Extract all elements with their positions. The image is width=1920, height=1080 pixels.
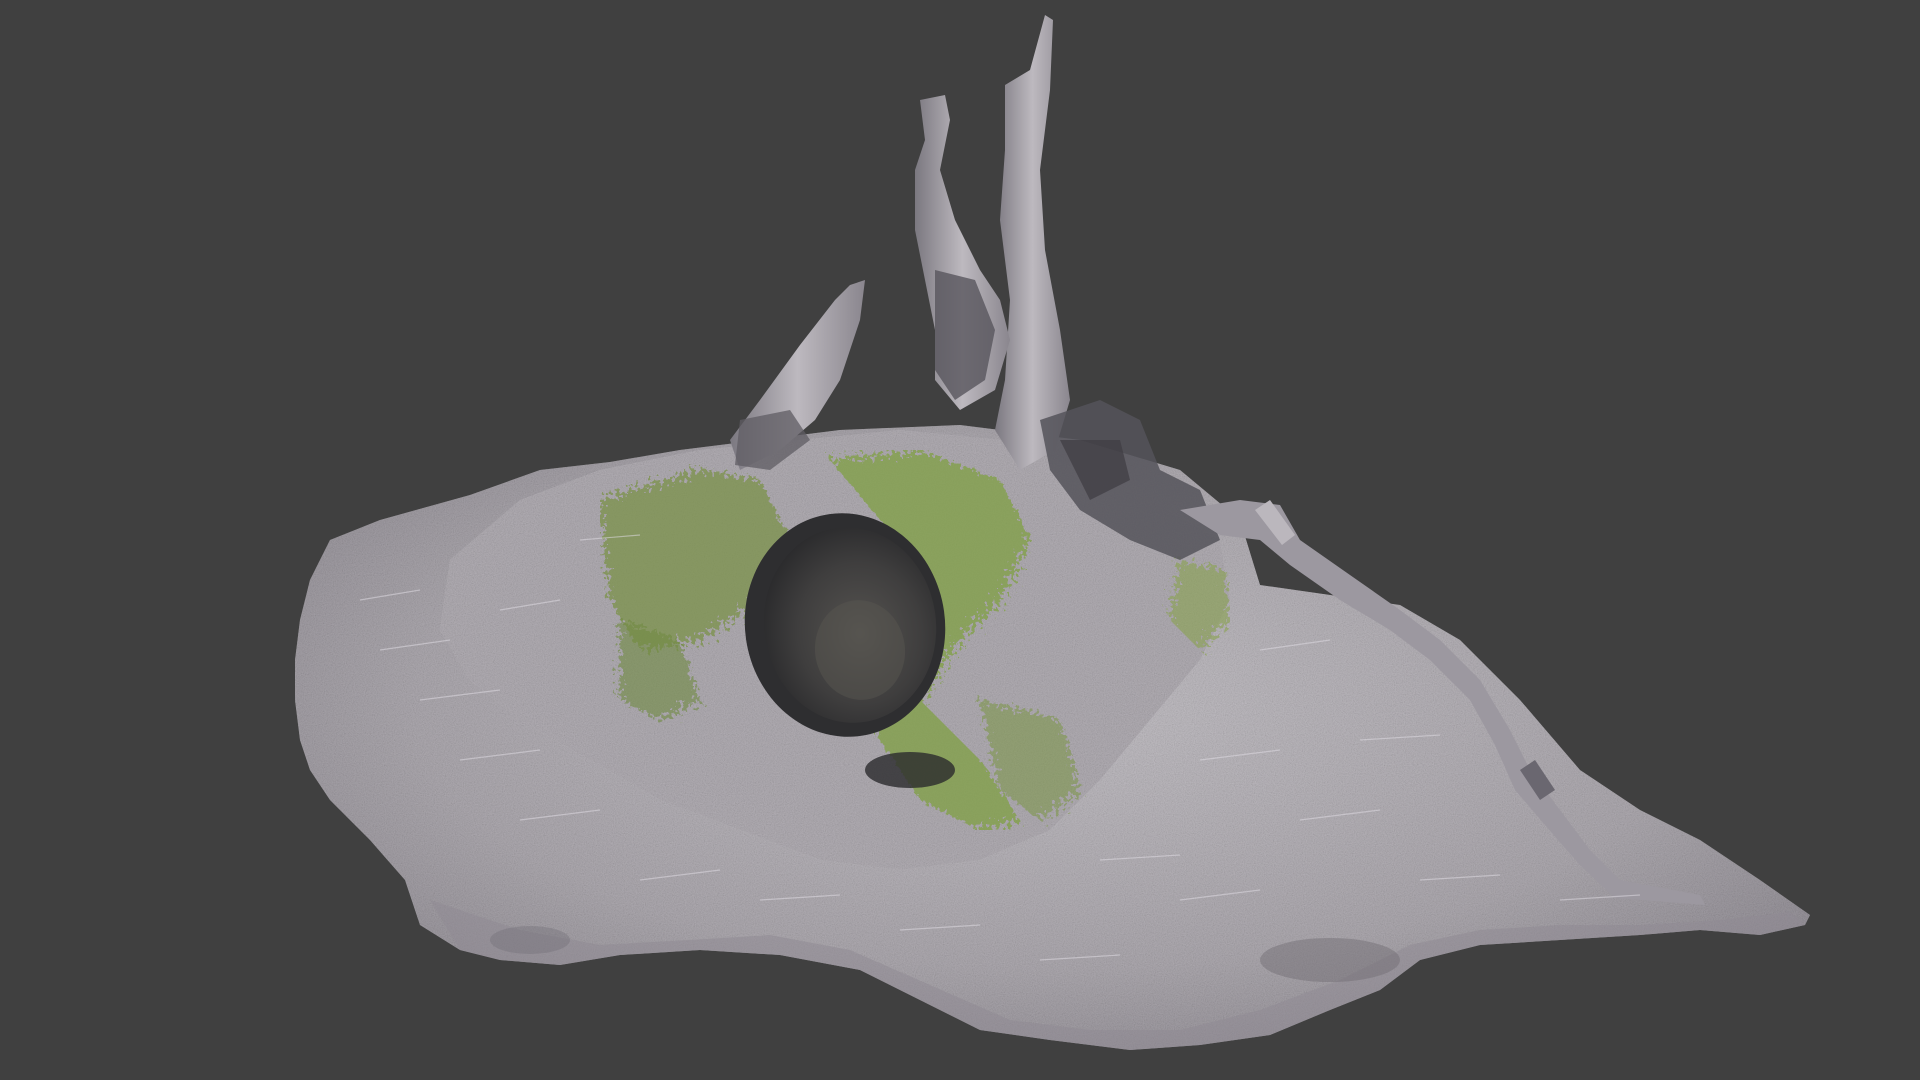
trunk-spikes [730,15,1070,470]
stump-scan-render [295,15,1810,1050]
3d-viewport[interactable] [0,0,1920,1080]
